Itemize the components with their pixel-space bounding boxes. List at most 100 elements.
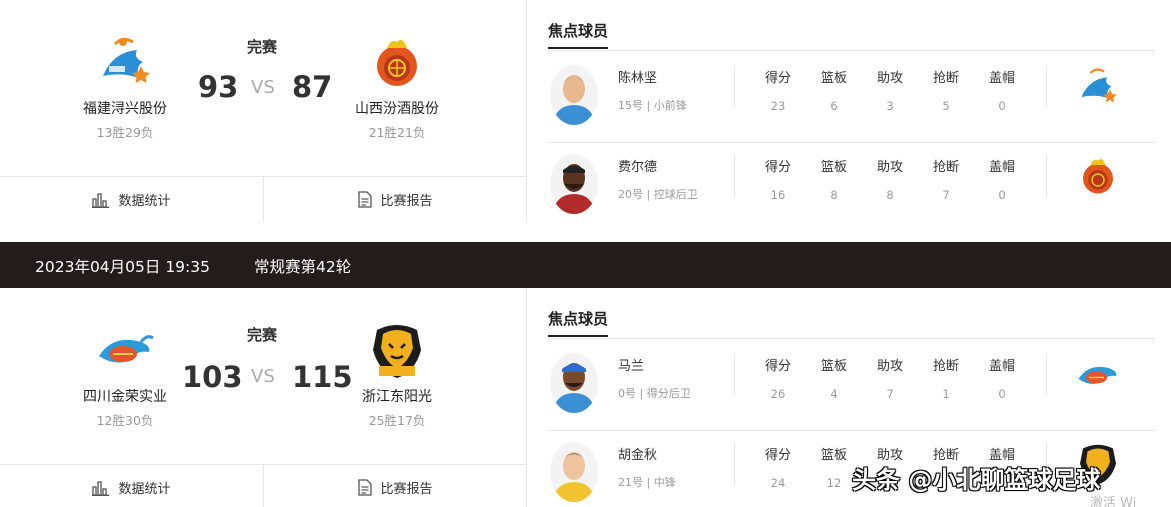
divider (734, 443, 735, 485)
stat-label: 篮板 (820, 71, 847, 86)
away-team-record: 25胜17负 (368, 413, 426, 428)
player-info: 0号 | 得分后卫 (618, 387, 691, 400)
stat-label: 抢断 (932, 71, 959, 86)
home-team-record: 12胜30负 (96, 413, 154, 428)
stats-link[interactable]: 数据统计 (0, 465, 263, 507)
stat-assists: 助攻 8 (870, 156, 910, 202)
stat-rebounds: 篮板 12 (814, 444, 854, 490)
stat-steals: 抢断 1 (926, 355, 966, 401)
stat-points: 得分 16 (758, 156, 798, 202)
stat-value: 8 (830, 188, 838, 202)
away-team-record: 21胜21负 (368, 125, 426, 140)
player-row[interactable]: 马兰 0号 | 得分后卫 得分 26 篮板 4 助攻 7 抢断 1 盖帽 0 (548, 342, 1155, 422)
home-team-name: 四川金荣实业 (83, 389, 167, 405)
stat-value: 8 (886, 188, 894, 202)
home-score: 93 (198, 70, 239, 104)
divider (1046, 66, 1047, 108)
sichuan-blue-whales-logo (99, 335, 154, 363)
player-avatar (550, 353, 598, 413)
vs-label: VS (251, 366, 275, 387)
away-team[interactable]: 浙江东阳光 25胜17负 (322, 320, 472, 429)
bar-chart-icon (92, 480, 110, 496)
game-scoreboard: 四川金荣实业 12胜30负 完赛 103 VS 115 浙江东阳光 25胜17负 (0, 288, 527, 507)
stat-value: 5 (942, 99, 950, 113)
stat-blocks: 盖帽 0 (982, 156, 1022, 202)
stat-value: 26 (770, 387, 786, 401)
stat-rebounds: 篮板 6 (814, 67, 854, 113)
home-score: 103 (182, 360, 243, 394)
stat-label: 得分 (764, 71, 791, 86)
divider (734, 155, 735, 197)
report-link[interactable]: 比赛报告 (263, 177, 527, 222)
stat-label: 抢断 (932, 160, 959, 175)
game-status: 完赛 (246, 38, 277, 56)
report-link-label: 比赛报告 (380, 194, 433, 209)
game-links: 数据统计 比赛报告 (0, 176, 527, 222)
stat-value: 12 (826, 476, 842, 490)
player-row[interactable]: 陈林坚 15号 | 小前锋 得分 23 篮板 6 助攻 3 抢断 5 盖帽 0 (548, 54, 1155, 134)
player-info: 21号 | 中锋 (618, 476, 676, 489)
player-avatar (550, 65, 598, 125)
spacer (0, 222, 1171, 242)
stat-label: 得分 (764, 448, 791, 463)
stat-rebounds: 篮板 4 (814, 355, 854, 401)
report-link[interactable]: 比赛报告 (263, 465, 527, 507)
player-info: 15号 | 小前锋 (618, 99, 687, 112)
stat-steals: 抢断 7 (926, 156, 966, 202)
stat-value: 23 (770, 99, 786, 113)
stat-label: 助攻 (876, 71, 903, 86)
focus-players-panel: 焦点球员 陈林坚 15号 | 小前锋 得分 23 篮板 6 助攻 3 抢断 5 盖帽 0 (528, 0, 1171, 222)
stat-blocks: 盖帽 0 (982, 355, 1022, 401)
home-team-record: 13胜29负 (96, 125, 154, 140)
stat-points: 得分 24 (758, 444, 798, 490)
game-status: 完赛 (246, 326, 277, 344)
shanxi-loongs-logo (377, 40, 417, 86)
divider (1046, 155, 1047, 197)
stat-value: 1 (942, 387, 950, 401)
stats-link-label: 数据统计 (118, 482, 171, 497)
shanxi-loongs-logo (1083, 159, 1113, 194)
stat-label: 篮板 (820, 448, 847, 463)
home-team[interactable]: 福建浔兴股份 13胜29负 (50, 32, 200, 141)
home-team[interactable]: 四川金荣实业 12胜30负 (50, 320, 200, 429)
document-icon (358, 479, 373, 496)
stats-link[interactable]: 数据统计 (0, 177, 263, 222)
stat-value: 3 (886, 99, 894, 113)
stat-label: 盖帽 (988, 71, 1015, 86)
player-name: 陈林坚 (618, 71, 658, 86)
player-name: 费尔德 (618, 160, 658, 175)
divider (1046, 354, 1047, 396)
stat-label: 得分 (764, 359, 791, 374)
game-scoreboard: 福建浔兴股份 13胜29负 完赛 93 VS 87 山西汾酒股份 21胜21负 (0, 0, 527, 222)
zhejiang-lions-logo (373, 325, 421, 378)
game-card-1: 福建浔兴股份 13胜29负 完赛 93 VS 8 7 山西汾酒股份 21胜21负 (0, 0, 1171, 222)
stat-steals: 抢断 5 (926, 67, 966, 113)
fujian-sturgeons-logo (1081, 68, 1117, 103)
player-row[interactable]: 费尔德 20号 | 控球后卫 得分 16 篮板 8 助攻 8 抢断 7 盖帽 0 (548, 142, 1155, 222)
game-links: 数据统计 比赛报告 (0, 464, 527, 507)
document-icon (358, 191, 373, 208)
focus-players-title: 焦点球员 (548, 20, 609, 49)
vs-label: VS (251, 77, 275, 98)
stat-label: 盖帽 (988, 160, 1015, 175)
divider (548, 338, 1155, 339)
match-datetime: 2023年04月05日 19:35 (35, 258, 210, 276)
stat-blocks: 盖帽 0 (982, 67, 1022, 113)
sichuan-blue-whales-logo (1078, 366, 1117, 384)
stat-value: 7 (886, 387, 894, 401)
divider (548, 50, 1155, 51)
stat-label: 篮板 (820, 160, 847, 175)
stat-value: 24 (770, 476, 786, 490)
stat-value: 16 (770, 188, 786, 202)
player-name: 马兰 (618, 359, 645, 374)
divider (734, 66, 735, 108)
stat-value: 4 (830, 387, 838, 401)
round-header: 2023年04月05日 19:35 常规赛第42轮 (0, 242, 1171, 288)
divider (734, 354, 735, 396)
stat-rebounds: 篮板 8 (814, 156, 854, 202)
stat-label: 盖帽 (988, 359, 1015, 374)
player-avatar (550, 154, 598, 214)
player-name: 胡金秋 (618, 448, 658, 463)
windows-activation-text: 激活 Wi (1090, 496, 1137, 507)
away-team[interactable]: 山西汾酒股份 21胜21负 (322, 32, 472, 141)
